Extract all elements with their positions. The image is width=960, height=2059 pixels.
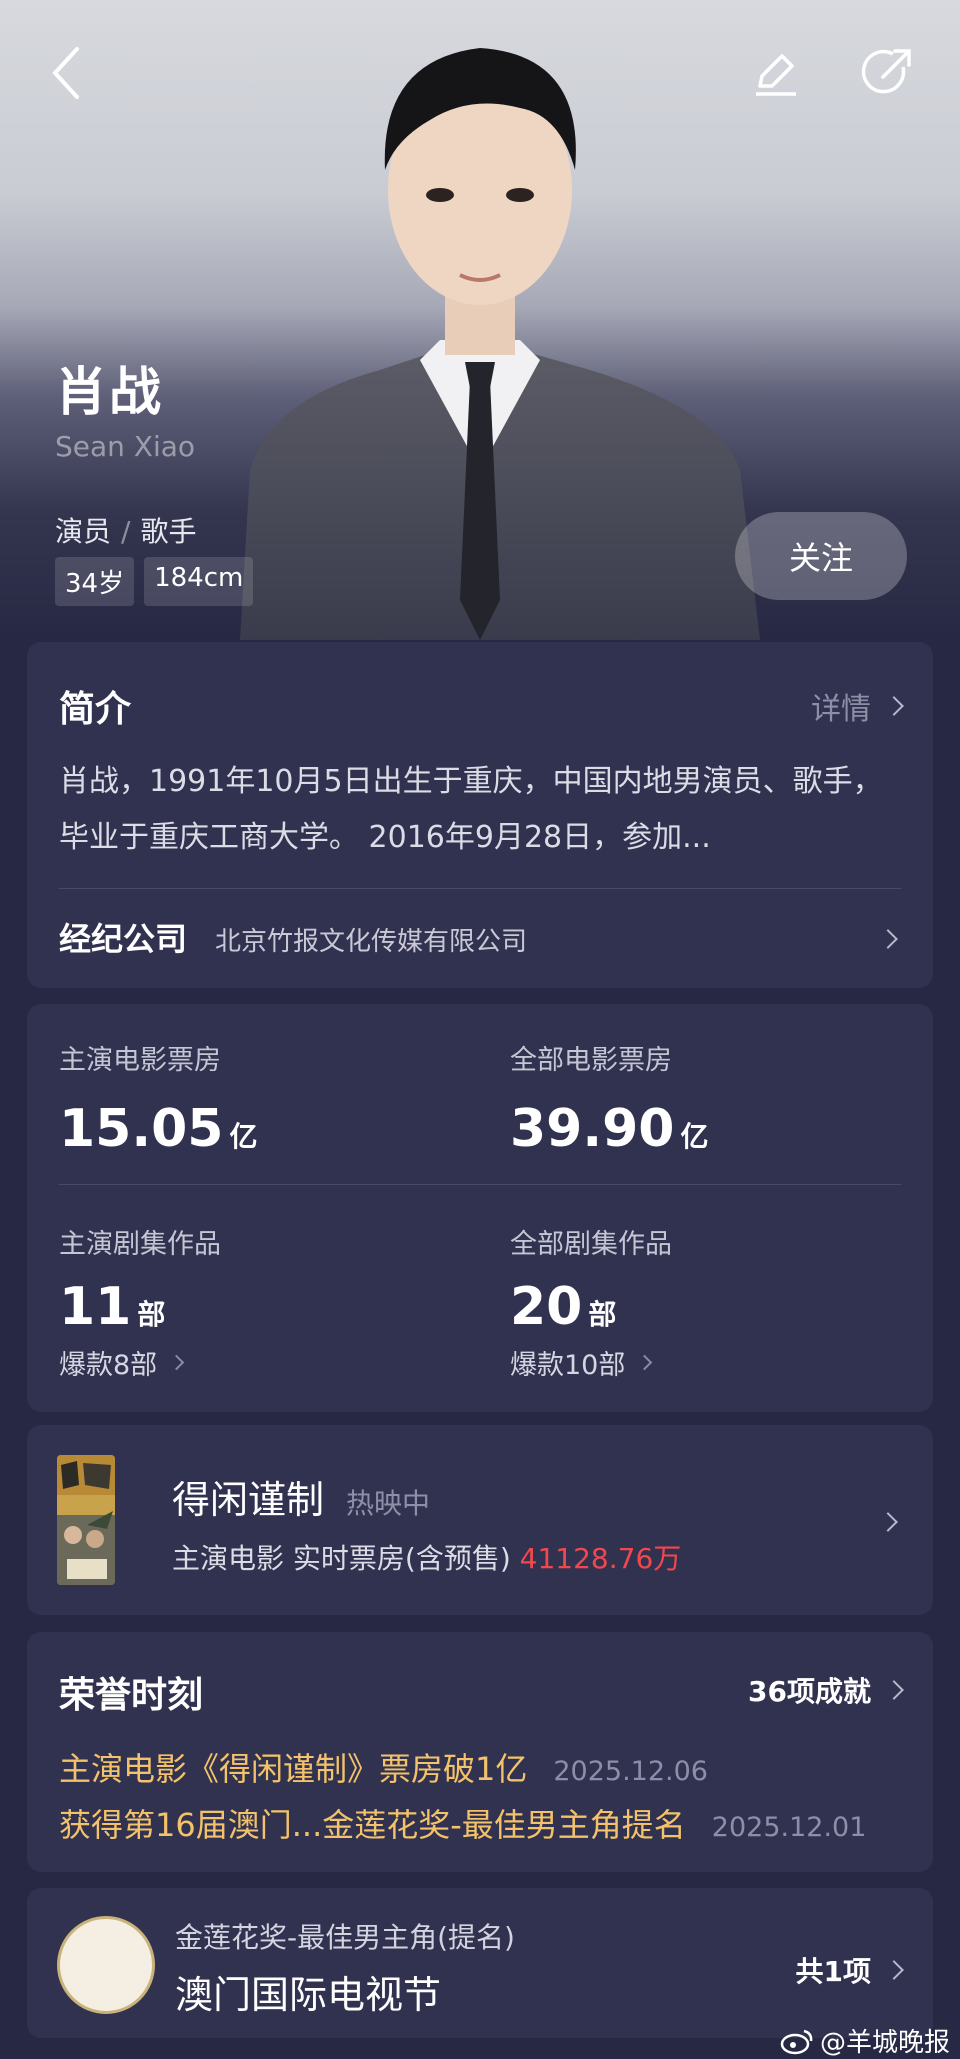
profile-tags: 34岁 184cm [55,557,254,606]
honor-date: 2025.12.06 [553,1756,708,1787]
movie-status: 热映中 [346,1487,431,1520]
hit-count-link[interactable]: 爆款8部 [59,1343,221,1382]
agency-label: 经纪公司 [59,920,188,958]
stat-lead-series[interactable]: 主演剧集作品 11 部 爆款8部 [59,1222,221,1382]
intro-divider [59,888,901,889]
stat-label: 全部剧集作品 [510,1229,672,1260]
stat-label: 主演剧集作品 [59,1229,221,1260]
edit-button[interactable] [740,38,810,108]
award-category: 金莲花奖-最佳男主角(提名) [175,1921,515,1954]
award-total-link[interactable]: 共1项 [796,1950,904,1990]
role-actor: 演员 [55,515,112,548]
follow-button[interactable]: 关注 [735,512,907,600]
role-singer: 歌手 [140,515,197,548]
share-button[interactable] [852,38,922,108]
honors-card: 荣誉时刻 36项成就 主演电影《得闲谨制》票房破1亿 2025.12.06 获得… [27,1632,933,1872]
intro-text: 肖战，1991年10月5日出生于重庆，中国内地男演员、歌手，毕业于重庆工商大学。… [59,764,883,855]
share-icon [861,49,911,94]
movie-box-office: 41128.76万 [519,1542,682,1575]
intro-card: 简介 详情 肖战，1991年10月5日出生于重庆，中国内地男演员、歌手，毕业于重… [27,642,933,988]
chevron-right-icon [637,1354,653,1371]
stat-label: 全部电影票房 [510,1045,672,1076]
actor-english-name: Sean Xiao [55,430,196,463]
source-watermark: @羊城晚报 [780,2022,950,2059]
intro-detail-link[interactable]: 详情 [811,684,904,728]
stat-value: 11 部 [59,1277,166,1337]
chevron-right-icon [884,1680,904,1700]
honor-text: 获得第16届澳门...金莲花奖-最佳男主角提名 [59,1806,686,1844]
honors-title: 荣誉时刻 [59,1675,204,1716]
honor-text: 主演电影《得闲谨制》票房破1亿 [59,1750,528,1788]
stat-label: 主演电影票房 [59,1045,221,1076]
profile-header: 肖战 Sean Xiao 演员 / 歌手 34岁 184cm 关注 [0,0,960,640]
actor-name: 肖战 [55,363,164,423]
chevron-right-icon [168,1354,185,1371]
intro-title: 简介 [59,689,132,730]
movie-info: 主演电影 实时票房(含预售) 41128.76万 [172,1542,682,1575]
chevron-right-icon [884,696,904,716]
chevron-right-icon [884,1960,904,1980]
chevron-right-icon [878,929,898,949]
actor-roles: 演员 / 歌手 [55,510,196,550]
pencil-icon [756,54,796,96]
age-tag: 34岁 [55,557,135,606]
honor-date: 2025.12.01 [711,1812,867,1843]
stat-total-box-office[interactable]: 全部电影票房 39.90 亿 [510,1038,709,1159]
honor-item[interactable]: 主演电影《得闲谨制》票房破1亿 2025.12.06 [59,1744,901,1790]
award-festival: 澳门国际电视节 [175,1973,442,2017]
stat-total-series[interactable]: 全部剧集作品 20 部 爆款10部 [510,1222,672,1382]
award-card[interactable]: 金莲花奖-最佳男主角(提名) 澳门国际电视节 共1项 [27,1888,933,2038]
back-button[interactable] [32,38,102,108]
stat-lead-box-office[interactable]: 主演电影票房 15.05 亿 [59,1038,258,1159]
stats-card: 主演电影票房 15.05 亿 全部电影票房 39.90 亿 主演剧集作品 11 部 爆… [27,1004,933,1412]
honor-item[interactable]: 获得第16届澳门...金莲花奖-最佳男主角提名 2025.12.01 [59,1800,901,1846]
stat-value: 15.05 亿 [59,1099,258,1159]
height-tag: 184cm [144,557,254,606]
agency-row[interactable]: 经纪公司 北京竹报文化传媒有限公司 [59,914,527,960]
weibo-icon [780,2029,813,2054]
festival-logo [57,1916,155,2014]
movie-title: 得闲谨制 热映中 [172,1478,431,1522]
hit-count-link[interactable]: 爆款10部 [510,1343,672,1382]
movie-card[interactable]: 得闲谨制 热映中 主演电影 实时票房(含预售) 41128.76万 [27,1425,933,1615]
back-arrow-icon [52,47,79,99]
stat-value: 20 部 [510,1277,617,1337]
honors-count-link[interactable]: 36项成就 [748,1670,904,1710]
movie-poster [57,1455,115,1585]
role-separator: / [121,515,131,548]
stat-value: 39.90 亿 [510,1099,709,1159]
chevron-right-icon [878,1512,898,1532]
intro-detail-label: 详情 [811,692,871,727]
agency-name: 北京竹报文化传媒有限公司 [215,927,528,957]
stats-divider [59,1184,901,1185]
